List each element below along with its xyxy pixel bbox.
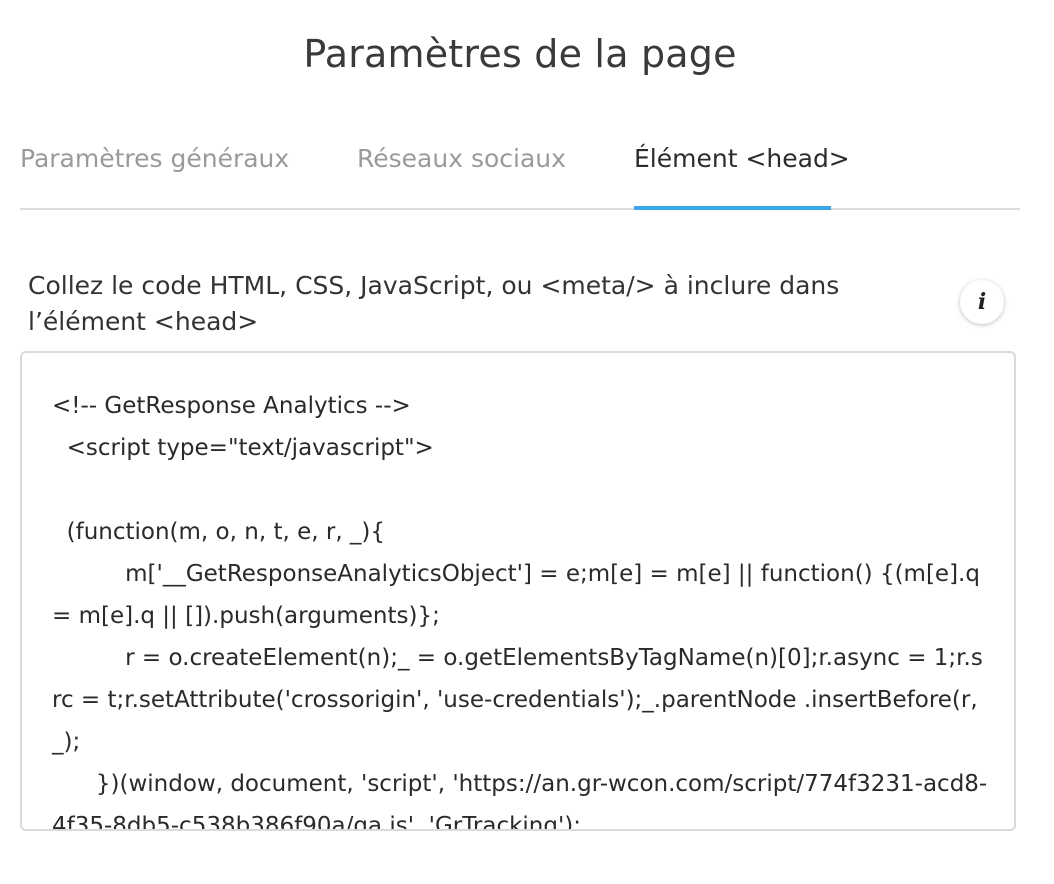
active-tab-indicator [634, 206, 831, 210]
tab-social-networks[interactable]: Réseaux sociaux [357, 144, 566, 173]
tab-head-element[interactable]: Élément <head> [634, 144, 850, 173]
head-code-content[interactable]: <!-- GetResponse Analytics --> <script t… [52, 385, 992, 829]
head-code-textarea[interactable]: <!-- GetResponse Analytics --> <script t… [20, 351, 1016, 831]
page-title: Paramètres de la page [303, 32, 737, 76]
info-button[interactable]: i [960, 280, 1004, 324]
info-icon: i [977, 289, 987, 315]
head-code-label: Collez le code HTML, CSS, JavaScript, ou… [28, 271, 840, 336]
tab-general-settings[interactable]: Paramètres généraux [20, 144, 289, 173]
settings-tabs: Paramètres généraux Réseaux sociaux Élém… [20, 128, 1020, 210]
